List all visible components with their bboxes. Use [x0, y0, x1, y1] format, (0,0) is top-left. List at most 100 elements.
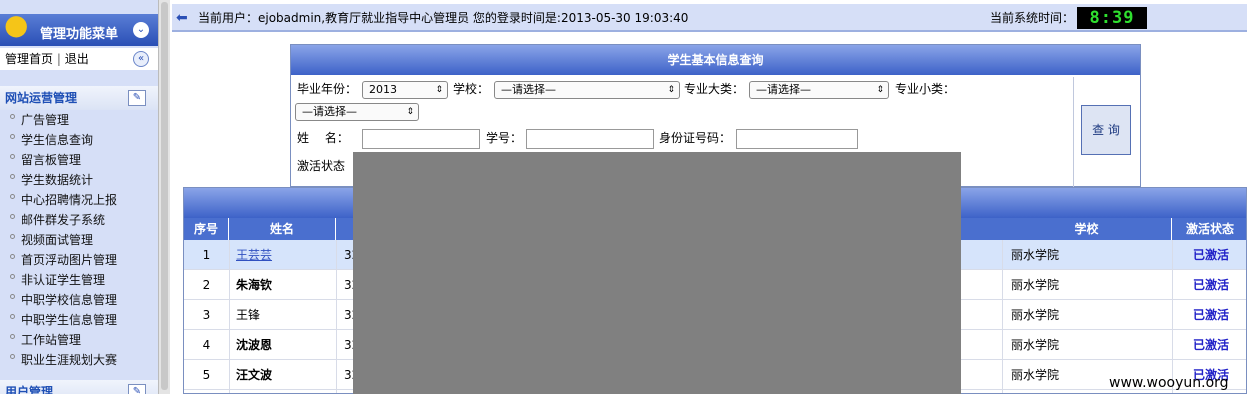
year-label: 毕业年份： [297, 82, 358, 96]
sidebar-item[interactable]: 广告管理 [0, 110, 158, 130]
sidebar-item-label: 留言板管理 [21, 153, 82, 167]
select-arrow-icon: ⇕ [435, 85, 443, 95]
year-select[interactable]: 2013 ⇕ [362, 81, 448, 99]
sidebar-item[interactable]: 视频面试管理 [0, 230, 158, 250]
column-divider [1172, 240, 1173, 393]
cell-status: 已激活 [1192, 338, 1229, 352]
sidebar-item-label: 邮件群发子系统 [21, 213, 106, 227]
col-header-school: 学校 [1002, 218, 1172, 240]
sidebar: ● 管理功能菜单 ⌄ 管理首页 | 退出 « 网站运营管理 ✎ 广告管理 学生信… [0, 0, 158, 394]
search-button[interactable]: 查 询 [1081, 105, 1131, 155]
collapse-icon[interactable]: « [133, 51, 149, 67]
minor-select[interactable]: —请选择— ⇕ [295, 103, 419, 121]
sidebar-scrollbar[interactable] [158, 0, 170, 394]
col-header-no: 序号 [184, 218, 229, 240]
name-input[interactable] [362, 129, 480, 149]
redaction-overlay [353, 152, 961, 394]
cell-status: 已激活 [1192, 278, 1229, 292]
sidebar-item-label: 广告管理 [21, 113, 70, 127]
sidebar-item[interactable]: 留言板管理 [0, 150, 158, 170]
col-header-name: 姓名 [229, 218, 336, 240]
logout-link[interactable]: 退出 [65, 52, 89, 66]
select-arrow-icon: ⇕ [406, 107, 414, 117]
cell-no: 1 [202, 248, 211, 262]
sidebar-item[interactable]: 首页浮动图片管理 [0, 250, 158, 270]
bullet-icon [10, 214, 15, 219]
chevron-down-icon[interactable]: ⌄ [133, 22, 149, 38]
bullet-icon [10, 234, 15, 239]
query-title: 学生基本信息查询 [291, 45, 1140, 75]
idcard-input[interactable] [736, 129, 858, 149]
bullet-icon [10, 134, 15, 139]
watermark: www.wooyun.org [1109, 375, 1229, 391]
sidebar-section-header[interactable]: 网站运营管理 ✎ [0, 86, 158, 110]
scrollbar-thumb[interactable] [161, 2, 168, 390]
sidebar-section-header-user[interactable]: 用户管理 ✎ [0, 380, 158, 394]
sidebar-item[interactable]: 非认证学生管理 [0, 270, 158, 290]
sidebar-item[interactable]: 邮件群发子系统 [0, 210, 158, 230]
sidebar-item-label: 中心招聘情况上报 [21, 193, 118, 207]
column-divider [229, 240, 230, 393]
idcard-label: 身份证号码： [659, 131, 732, 145]
sidebar-item[interactable]: 中职学校信息管理 [0, 290, 158, 310]
sidebar-item-label: 首页浮动图片管理 [21, 253, 118, 267]
cell-status: 已激活 [1192, 308, 1229, 322]
home-link[interactable]: 管理首页 [5, 52, 53, 66]
bullet-icon [10, 274, 15, 279]
divider [1073, 77, 1074, 187]
sidebar-item-label: 中职学校信息管理 [21, 293, 118, 307]
minor-label: 专业小类： [895, 82, 956, 96]
edit-icon: ✎ [128, 90, 146, 106]
sidebar-section-label: 网站运营管理 [5, 91, 78, 105]
sidebar-item[interactable]: 工作站管理 [0, 330, 158, 350]
cell-school: 丽水学院 [1011, 338, 1060, 352]
sidebar-title: 管理功能菜单 [40, 27, 119, 42]
cell-name: 汪文波 [236, 368, 273, 382]
sidebar-item-label: 职业生涯规划大赛 [21, 353, 118, 367]
bullet-icon [10, 194, 15, 199]
major-select[interactable]: —请选择— ⇕ [749, 81, 889, 99]
sidebar-item[interactable]: 中职学生信息管理 [0, 310, 158, 330]
school-select[interactable]: —请选择— ⇕ [494, 81, 680, 99]
year-select-value: 2013 [369, 83, 397, 96]
column-divider [336, 240, 337, 393]
sidebar-item[interactable]: 职业生涯规划大赛 [0, 350, 158, 370]
major-select-value: —请选择— [756, 83, 811, 96]
bullet-icon [10, 314, 15, 319]
cell-status: 已激活 [1192, 248, 1229, 262]
cell-name: 王锋 [236, 308, 261, 322]
bullet-icon [10, 114, 15, 119]
sidebar-menu: 广告管理 学生信息查询 留言板管理 学生数据统计 中心招聘情况上报 邮件群发子系… [0, 110, 158, 370]
system-time-label: 当前系统时间： [990, 11, 1075, 25]
arrow-left-icon[interactable]: ⬅ [176, 4, 188, 32]
sidebar-section-label: 用户管理 [5, 385, 54, 394]
school-select-value: —请选择— [501, 83, 556, 96]
sidebar-item[interactable]: 中心招聘情况上报 [0, 190, 158, 210]
bullet-icon [10, 294, 15, 299]
link-separator: | [56, 52, 61, 66]
cell-school: 丽水学院 [1011, 308, 1060, 322]
student-id-input[interactable] [526, 129, 654, 149]
cell-name-link[interactable]: 王芸芸 [236, 240, 336, 270]
top-bar: ⬅ 当前用户：ejobadmin,教育厅就业指导中心管理员 您的登录时间是:20… [172, 4, 1247, 32]
select-arrow-icon: ⇕ [876, 85, 884, 95]
sidebar-item[interactable]: 学生数据统计 [0, 170, 158, 190]
cell-no: 5 [202, 368, 211, 382]
system-clock: 8:39 [1077, 7, 1147, 29]
col-header-status: 激活状态 [1185, 222, 1234, 236]
cell-no: 2 [202, 278, 211, 292]
cell-name: 沈波恩 [236, 338, 273, 352]
sidebar-item-label: 学生信息查询 [21, 133, 94, 147]
user-info: 当前用户：ejobadmin,教育厅就业指导中心管理员 您的登录时间是:2013… [198, 11, 689, 25]
sidebar-item[interactable]: 学生信息查询 [0, 130, 158, 150]
cell-no: 3 [202, 308, 211, 322]
school-label: 学校： [453, 82, 490, 96]
bullet-icon [10, 354, 15, 359]
status-label: 激活状态 [297, 159, 346, 173]
sidebar-item-label: 非认证学生管理 [21, 273, 106, 287]
bullet-icon [10, 174, 15, 179]
edit-icon: ✎ [128, 384, 146, 394]
sidebar-item-label: 视频面试管理 [21, 233, 94, 247]
major-label: 专业大类： [684, 82, 745, 96]
cell-no: 4 [202, 338, 211, 352]
